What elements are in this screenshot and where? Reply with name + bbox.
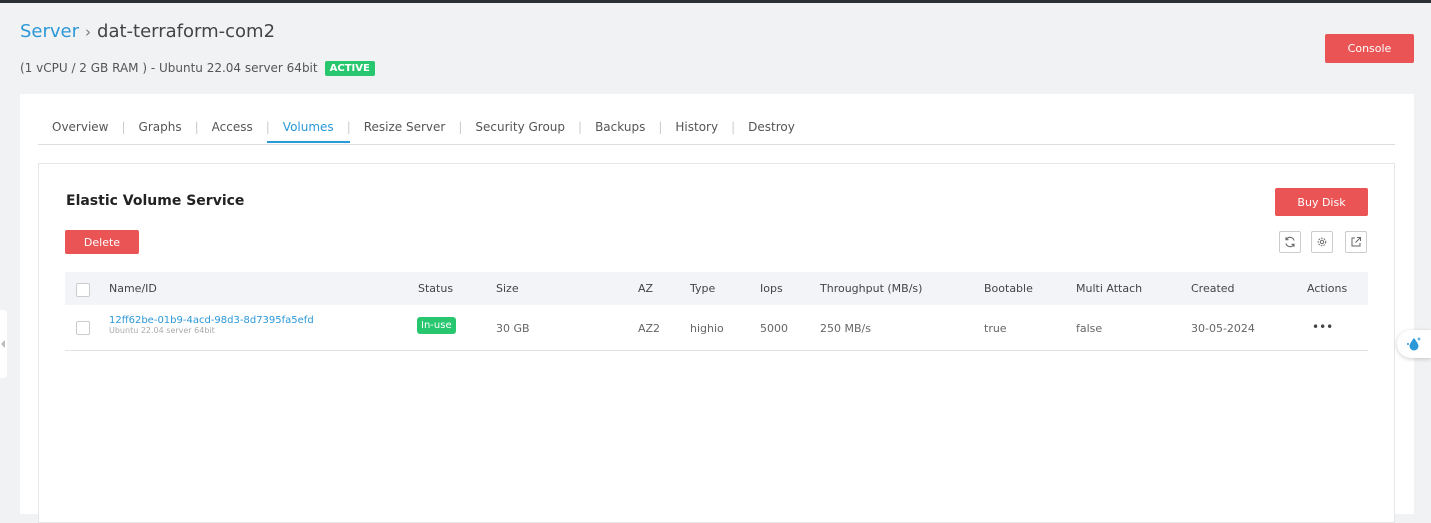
console-button[interactable]: Console: [1325, 34, 1414, 63]
tab-divider: |: [731, 120, 736, 134]
tab-divider: |: [121, 120, 126, 134]
tab-destroy[interactable]: Destroy: [748, 120, 795, 145]
settings-button[interactable]: [1311, 231, 1333, 253]
breadcrumb-separator: ›: [85, 23, 92, 41]
column-name-id[interactable]: Name/ID: [109, 282, 157, 295]
iops-cell: 5000: [760, 322, 788, 335]
row-checkbox[interactable]: [76, 321, 90, 335]
volume-os: Ubuntu 22.04 server 64bit: [109, 326, 215, 335]
select-all-checkbox[interactable]: [76, 283, 90, 297]
tab-divider: |: [194, 120, 199, 134]
buy-disk-button[interactable]: Buy Disk: [1275, 188, 1368, 216]
column-actions: Actions: [1307, 282, 1348, 295]
throughput-cell: 250 MB/s: [820, 322, 871, 335]
refresh-button[interactable]: [1279, 231, 1301, 253]
tab-access[interactable]: Access: [212, 120, 253, 145]
server-spec-text: (1 vCPU / 2 GB RAM ) - Ubuntu 22.04 serv…: [20, 61, 318, 75]
row-actions-menu[interactable]: •••: [1312, 320, 1333, 334]
delete-button[interactable]: Delete: [65, 230, 139, 254]
tab-bar: Overview | Graphs | Access | Volumes | Resiz…: [52, 120, 795, 145]
table-header: Name/ID Status Size AZ Type Iops Through…: [65, 272, 1368, 305]
tab-underline: [38, 144, 1395, 145]
sidebar-toggle[interactable]: [0, 310, 7, 378]
tab-divider: |: [658, 120, 663, 134]
column-multi-attach[interactable]: Multi Attach: [1076, 282, 1142, 295]
refresh-icon: [1285, 236, 1295, 248]
column-iops[interactable]: Iops: [760, 282, 783, 295]
export-button[interactable]: [1345, 231, 1367, 253]
water-drop-icon: [1407, 337, 1421, 351]
az-cell: AZ2: [638, 322, 661, 335]
column-bootable[interactable]: Bootable: [984, 282, 1033, 295]
type-cell: highio: [690, 322, 724, 335]
column-status[interactable]: Status: [418, 282, 453, 295]
column-az[interactable]: AZ: [638, 282, 653, 295]
tab-divider: |: [578, 120, 583, 134]
tab-security-group[interactable]: Security Group: [475, 120, 565, 145]
volume-id-cell: 12ff62be-01b9-4acd-98d3-8d7395fa5efd Ubu…: [109, 315, 314, 335]
status-badge-in-use: In-use: [417, 317, 456, 334]
external-link-icon: [1351, 237, 1361, 247]
volume-id-link[interactable]: 12ff62be-01b9-4acd-98d3-8d7395fa5efd: [109, 315, 314, 326]
column-size[interactable]: Size: [496, 282, 519, 295]
floating-assistant-widget[interactable]: [1397, 330, 1431, 358]
column-type[interactable]: Type: [690, 282, 715, 295]
table-row: 12ff62be-01b9-4acd-98d3-8d7395fa5efd Ubu…: [65, 306, 1368, 351]
size-cell: 30 GB: [496, 322, 530, 335]
tab-overview[interactable]: Overview: [52, 120, 109, 145]
multi-attach-cell: false: [1076, 322, 1103, 335]
status-badge: ACTIVE: [324, 61, 375, 76]
page-title: Server › dat-terraform-com2: [20, 21, 275, 42]
tab-volumes[interactable]: Volumes: [266, 120, 350, 145]
breadcrumb-server-link[interactable]: Server: [20, 21, 79, 42]
gear-icon: [1317, 237, 1327, 247]
column-throughput[interactable]: Throughput (MB/s): [820, 282, 922, 295]
server-name: dat-terraform-com2: [97, 21, 276, 42]
server-spec: (1 vCPU / 2 GB RAM ) - Ubuntu 22.04 serv…: [20, 61, 375, 76]
tab-resize-server[interactable]: Resize Server: [364, 120, 446, 145]
top-bar: [0, 0, 1431, 3]
section-title: Elastic Volume Service: [66, 193, 245, 209]
column-created[interactable]: Created: [1191, 282, 1235, 295]
tab-divider: |: [458, 120, 463, 134]
created-cell: 30-05-2024: [1191, 322, 1255, 335]
tab-backups[interactable]: Backups: [595, 120, 645, 145]
bootable-cell: true: [984, 322, 1007, 335]
tab-graphs[interactable]: Graphs: [139, 120, 182, 145]
tab-history[interactable]: History: [675, 120, 718, 145]
chevron-left-icon: [1, 340, 5, 348]
